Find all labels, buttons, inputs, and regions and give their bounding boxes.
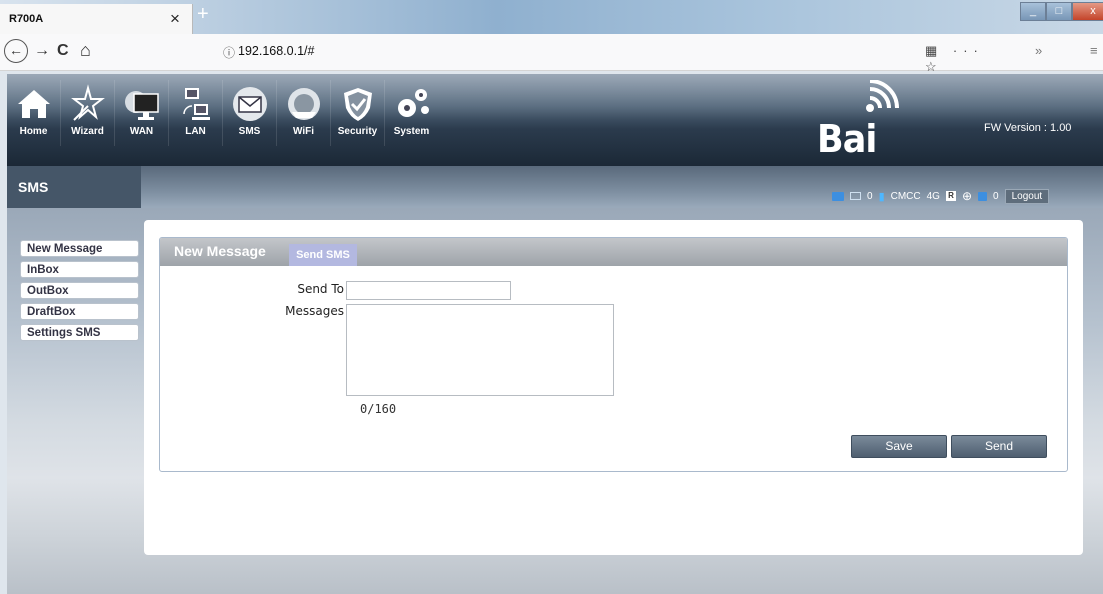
page-actions-icons[interactable]: ▦ ··· ☆ [925,43,995,75]
home-icon [7,84,60,124]
menu-label: System [393,126,430,137]
save-button[interactable]: Save [851,435,947,458]
menu-label: WiFi [292,126,314,137]
menu-item-home[interactable]: Home [7,80,60,146]
app-header: Home Wizard WAN LAN SMS WiFi Security Sy… [7,74,1103,166]
menu-label: Wizard [71,126,104,137]
logo-text: Bai Cells [817,117,907,166]
new-tab-icon[interactable]: + [197,3,209,26]
page-title: SMS [18,179,49,195]
window-controls: _ □ x [1020,2,1103,21]
sidebar-item-inbox[interactable]: InBox [20,261,139,278]
sms-sidebar: New Message InBox OutBox DraftBox Settin… [20,240,139,345]
menu-label: WAN [129,126,154,137]
main-menu: Home Wizard WAN LAN SMS WiFi Security Sy… [7,80,438,150]
sms-count: 0 [867,190,873,202]
messages-label: Messages [285,304,344,318]
menu-label: LAN [185,126,206,137]
reload-icon[interactable]: C [57,42,69,60]
menu-label: Home [19,126,48,137]
send-to-label: Send To [297,282,344,296]
data-icon [978,191,988,201]
menu-label: SMS [238,126,261,137]
signal-icon: ▮ [878,190,885,203]
window-close-button[interactable]: x [1072,2,1103,21]
menu-label: Security [337,126,378,137]
toolbar-overflow-icon[interactable]: » [1035,43,1042,58]
address-bar[interactable]: ⓘ 192.168.0.1/# ▦ ··· ☆ [205,40,995,74]
send-button[interactable]: Send [951,435,1047,458]
carrier-name: CMCC [890,190,921,202]
sim-icon [832,191,844,201]
window-maximize-button[interactable]: □ [1046,2,1072,21]
globe-icon: ⊕ [961,189,973,203]
browser-navbar: ← → C ⌂ ⓘ 192.168.0.1/# ▦ ··· ☆ » ≡ [0,34,1103,74]
window-minimize-button[interactable]: _ [1020,2,1046,21]
firmware-version: FW Version : 1.00 [984,122,1072,134]
data-count: 0 [993,190,999,202]
menu-item-wifi[interactable]: WiFi [276,80,330,146]
menu-item-wan[interactable]: WAN [114,80,168,146]
info-icon[interactable]: ⓘ [223,44,235,61]
lan-computers-icon [169,84,222,124]
wifi-logo-icon [866,80,899,112]
box-header: New Message Send SMS [160,238,1067,266]
back-icon[interactable]: ← [4,39,28,63]
messages-textarea[interactable] [346,304,614,396]
logout-button[interactable]: Logout [1004,188,1050,204]
browser-tab-title: R700A [9,13,44,25]
send-to-input[interactable] [346,281,511,300]
wifi-globe-icon [277,84,330,124]
character-counter: 0/160 [360,402,397,416]
content-panel: New Message Send SMS Send To Messages 0/… [144,220,1083,555]
box-title: New Message [174,243,266,259]
url-text[interactable]: 192.168.0.1/# [238,44,314,58]
menu-item-security[interactable]: Security [330,80,384,146]
sidebar-item-outbox[interactable]: OutBox [20,282,139,299]
menu-item-wizard[interactable]: Wizard [60,80,114,146]
wan-monitor-icon [115,84,168,124]
gears-icon [385,84,438,124]
section-title: SMS [7,166,141,208]
status-bar: 0 ▮ CMCC 4G R ⊕ 0 Logout [832,188,1050,204]
browser-menu-icon[interactable]: ≡ [1090,43,1098,58]
menu-item-system[interactable]: System [384,80,438,146]
shield-icon [331,84,384,124]
forward-icon[interactable]: → [34,42,50,60]
wand-icon [61,84,114,124]
tab-send-sms[interactable]: Send SMS [289,244,357,266]
browser-tab[interactable]: R700A × [0,4,193,34]
envelope-icon [223,84,276,124]
roaming-icon: R [945,191,956,201]
baicells-logo: Bai Cells [812,80,982,166]
sidebar-item-new-message[interactable]: New Message [20,240,139,257]
network-type: 4G [926,190,940,202]
home-browser-icon[interactable]: ⌂ [80,40,91,61]
browser-tabstrip: R700A × + _ □ x [0,0,1103,34]
sidebar-item-draftbox[interactable]: DraftBox [20,303,139,320]
new-message-box: New Message Send SMS Send To Messages 0/… [159,237,1068,472]
tab-close-icon[interactable]: × [170,9,180,29]
sidebar-item-settings-sms[interactable]: Settings SMS [20,324,139,341]
menu-item-sms[interactable]: SMS [222,80,276,146]
sms-envelope-icon [850,192,861,200]
menu-item-lan[interactable]: LAN [168,80,222,146]
